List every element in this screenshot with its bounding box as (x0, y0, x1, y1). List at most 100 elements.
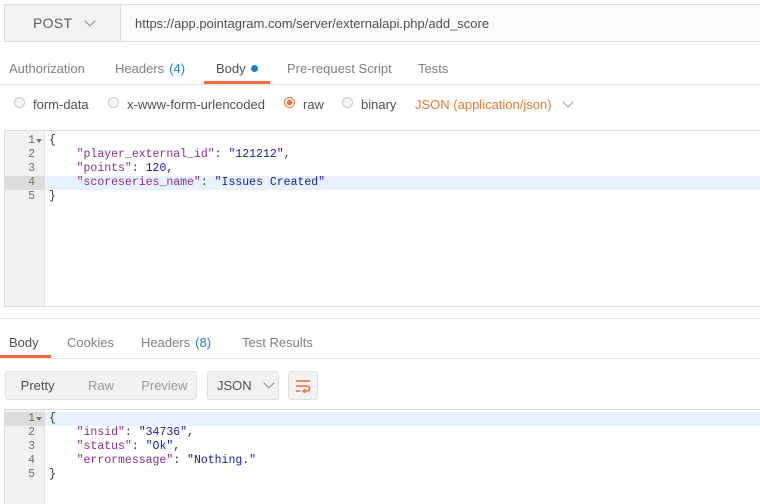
code-text: { (49, 134, 56, 147)
json-key: "insid" (76, 426, 125, 439)
line-number: 2 (28, 426, 35, 439)
line-number: 2 (28, 148, 35, 161)
code-line: 5 } (5, 190, 760, 204)
body-type-row: form-data x-www-form-urlencoded raw bina… (0, 88, 760, 120)
tab-label: Pre-request Script (287, 60, 392, 76)
content-type-dropdown[interactable]: JSON (application/json) (415, 88, 574, 120)
modified-dot-icon (250, 64, 258, 72)
tab-test-results[interactable]: Test Results (242, 326, 313, 358)
fold-arrow-icon[interactable] (36, 139, 42, 143)
code-line: 1 { (5, 134, 760, 148)
chevron-down-icon (561, 95, 574, 108)
tab-response-body[interactable]: Body (0, 326, 51, 358)
code-line-active: 4 "scoreseries_name": "Issues Created" (5, 176, 760, 190)
json-value: "34736" (138, 426, 188, 439)
radio-circle (14, 96, 25, 108)
tab-response-headers[interactable]: Headers (8) (141, 326, 211, 358)
tab-label: Test Results (242, 334, 313, 350)
response-tabs: Body Cookies Headers (8) Test Results (0, 326, 760, 358)
code-text: "status": "Ok", (76, 440, 181, 453)
radio-circle (342, 96, 353, 108)
method-select[interactable]: POST (5, 5, 121, 41)
tab-label: Body (9, 334, 39, 350)
json-key: "status" (76, 440, 132, 453)
json-value: 120 (145, 162, 167, 175)
code-line: 3 "status": "Ok", (5, 440, 760, 454)
code-text: "player_external_id": "121212", (76, 148, 291, 161)
line-number: 5 (28, 468, 35, 481)
code-line-active: 1 { (5, 412, 760, 426)
radio-label: binary (361, 96, 397, 112)
line-number: 5 (28, 190, 35, 203)
line-number: 4 (28, 454, 35, 467)
json-value: "Ok" (145, 440, 174, 453)
wrap-lines-button[interactable] (288, 371, 318, 400)
line-number: 3 (28, 440, 35, 453)
request-body-editor[interactable]: 1 { 2 "player_external_id": "121212", 3 … (4, 130, 760, 307)
code-text: { (49, 412, 56, 425)
format-dropdown[interactable]: JSON (207, 371, 279, 400)
code-text: "errormessage": "Nothing." (76, 454, 257, 467)
json-value: "Nothing." (187, 454, 257, 467)
json-sep: , (166, 162, 174, 175)
request-tabs: Authorization Headers (4) Body Pre-reque… (0, 52, 760, 84)
code-text: "points": 120, (76, 162, 174, 175)
response-body-viewer[interactable]: 1 { 2 "insid": "34736", 3 "status": "Ok"… (4, 409, 760, 504)
json-value: "Issues Created" (214, 176, 326, 189)
tab-tests[interactable]: Tests (418, 52, 448, 84)
tab-authorization[interactable]: Authorization (9, 52, 85, 84)
tab-label: Body (216, 60, 246, 76)
radio-x-www-form-urlencoded[interactable]: x-www-form-urlencoded (108, 88, 265, 120)
code-text: } (49, 468, 56, 481)
radio-circle (108, 96, 119, 108)
code-line: 2 "player_external_id": "121212", (5, 148, 760, 162)
tab-body[interactable]: Body (204, 52, 270, 84)
preview-button[interactable]: Preview (133, 372, 196, 399)
tab-headers[interactable]: Headers (4) (115, 52, 185, 84)
radio-binary[interactable]: binary (342, 88, 396, 120)
headers-count: (4) (169, 60, 186, 76)
divider (0, 358, 760, 359)
divider (0, 84, 760, 85)
headers-count: (8) (195, 334, 212, 350)
code-line: 2 "insid": "34736", (5, 426, 760, 440)
format-label: JSON (217, 378, 252, 393)
radio-form-data[interactable]: form-data (14, 88, 89, 120)
radio-label: raw (303, 96, 324, 112)
tab-cookies[interactable]: Cookies (67, 326, 114, 358)
json-key: "points" (76, 162, 132, 175)
radio-circle-selected (284, 96, 295, 108)
radio-raw[interactable]: raw (284, 88, 324, 120)
url-input[interactable]: https://app.pointagram.com/server/extern… (121, 5, 760, 41)
content-type-label: JSON (application/json) (415, 96, 552, 112)
pretty-button[interactable]: Pretty (6, 372, 69, 399)
chevron-down-icon (263, 377, 275, 389)
json-sep: , (283, 148, 291, 161)
request-bar: POST https://app.pointagram.com/server/e… (4, 4, 760, 42)
tab-label: Cookies (67, 334, 114, 350)
raw-button[interactable]: Raw (69, 372, 132, 399)
json-value: "121212" (228, 148, 284, 161)
tab-label: Tests (418, 60, 449, 76)
fold-arrow-icon[interactable] (36, 417, 42, 421)
tab-label: Headers (115, 60, 165, 76)
url-text: https://app.pointagram.com/server/extern… (135, 15, 490, 31)
code-line: 3 "points": 120, (5, 162, 760, 176)
method-label: POST (33, 15, 73, 31)
code-text: "insid": "34736", (76, 426, 194, 439)
radio-label: form-data (33, 96, 89, 112)
line-number: 4 (5, 176, 45, 190)
tab-label: Headers (141, 334, 191, 350)
tab-pre-request-script[interactable]: Pre-request Script (287, 52, 392, 84)
divider (0, 318, 760, 319)
json-key: "scoreseries_name" (76, 176, 201, 189)
code-line: 4 "errormessage": "Nothing." (5, 454, 760, 468)
json-sep: , (173, 440, 181, 453)
line-number: 3 (28, 162, 35, 175)
code-text: "scoreseries_name": "Issues Created" (76, 176, 326, 189)
json-sep: , (187, 426, 194, 439)
radio-label: x-www-form-urlencoded (127, 96, 265, 112)
wrap-lines-icon (296, 379, 311, 393)
code-text: } (49, 190, 56, 203)
json-key: "errormessage" (76, 454, 174, 467)
